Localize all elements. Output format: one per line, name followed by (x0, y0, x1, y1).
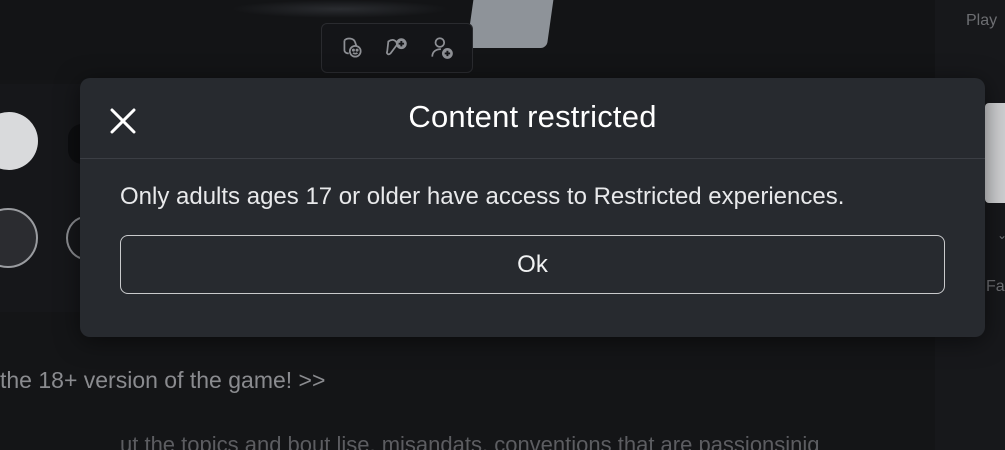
close-icon (110, 108, 136, 134)
avatar-gallery (0, 84, 106, 312)
page: Play ⌄ Fa the 18+ version of the game! >… (0, 0, 1005, 450)
gallery-thumbnail[interactable] (0, 112, 38, 170)
close-button[interactable] (104, 102, 142, 140)
description-text: ut the topics and bout lise, misandats, … (120, 432, 820, 450)
content-restricted-dialog: Content restricted Only adults ages 17 o… (80, 78, 985, 337)
favorite-label[interactable]: Fa (986, 278, 1005, 296)
gallery-thumbnail[interactable] (0, 208, 38, 268)
emote-icon[interactable] (338, 34, 366, 62)
dialog-header: Content restricted (80, 78, 985, 159)
dialog-title: Content restricted (408, 98, 657, 134)
promo-link[interactable]: the 18+ version of the game! >> (0, 367, 325, 394)
dialog-body: Only adults ages 17 or older have access… (80, 159, 985, 294)
avatar-shadow (230, 0, 450, 18)
ok-button[interactable]: Ok (120, 235, 945, 294)
add-friend-icon[interactable] (383, 34, 411, 62)
right-panel-card[interactable] (985, 103, 1005, 203)
dialog-message: Only adults ages 17 or older have access… (120, 183, 845, 210)
avatar-preview (466, 0, 554, 48)
follow-icon[interactable] (428, 34, 456, 62)
chevron-down-icon[interactable]: ⌄ (997, 228, 1005, 242)
avatar-action-bar (321, 23, 473, 73)
play-label[interactable]: Play (966, 12, 997, 30)
